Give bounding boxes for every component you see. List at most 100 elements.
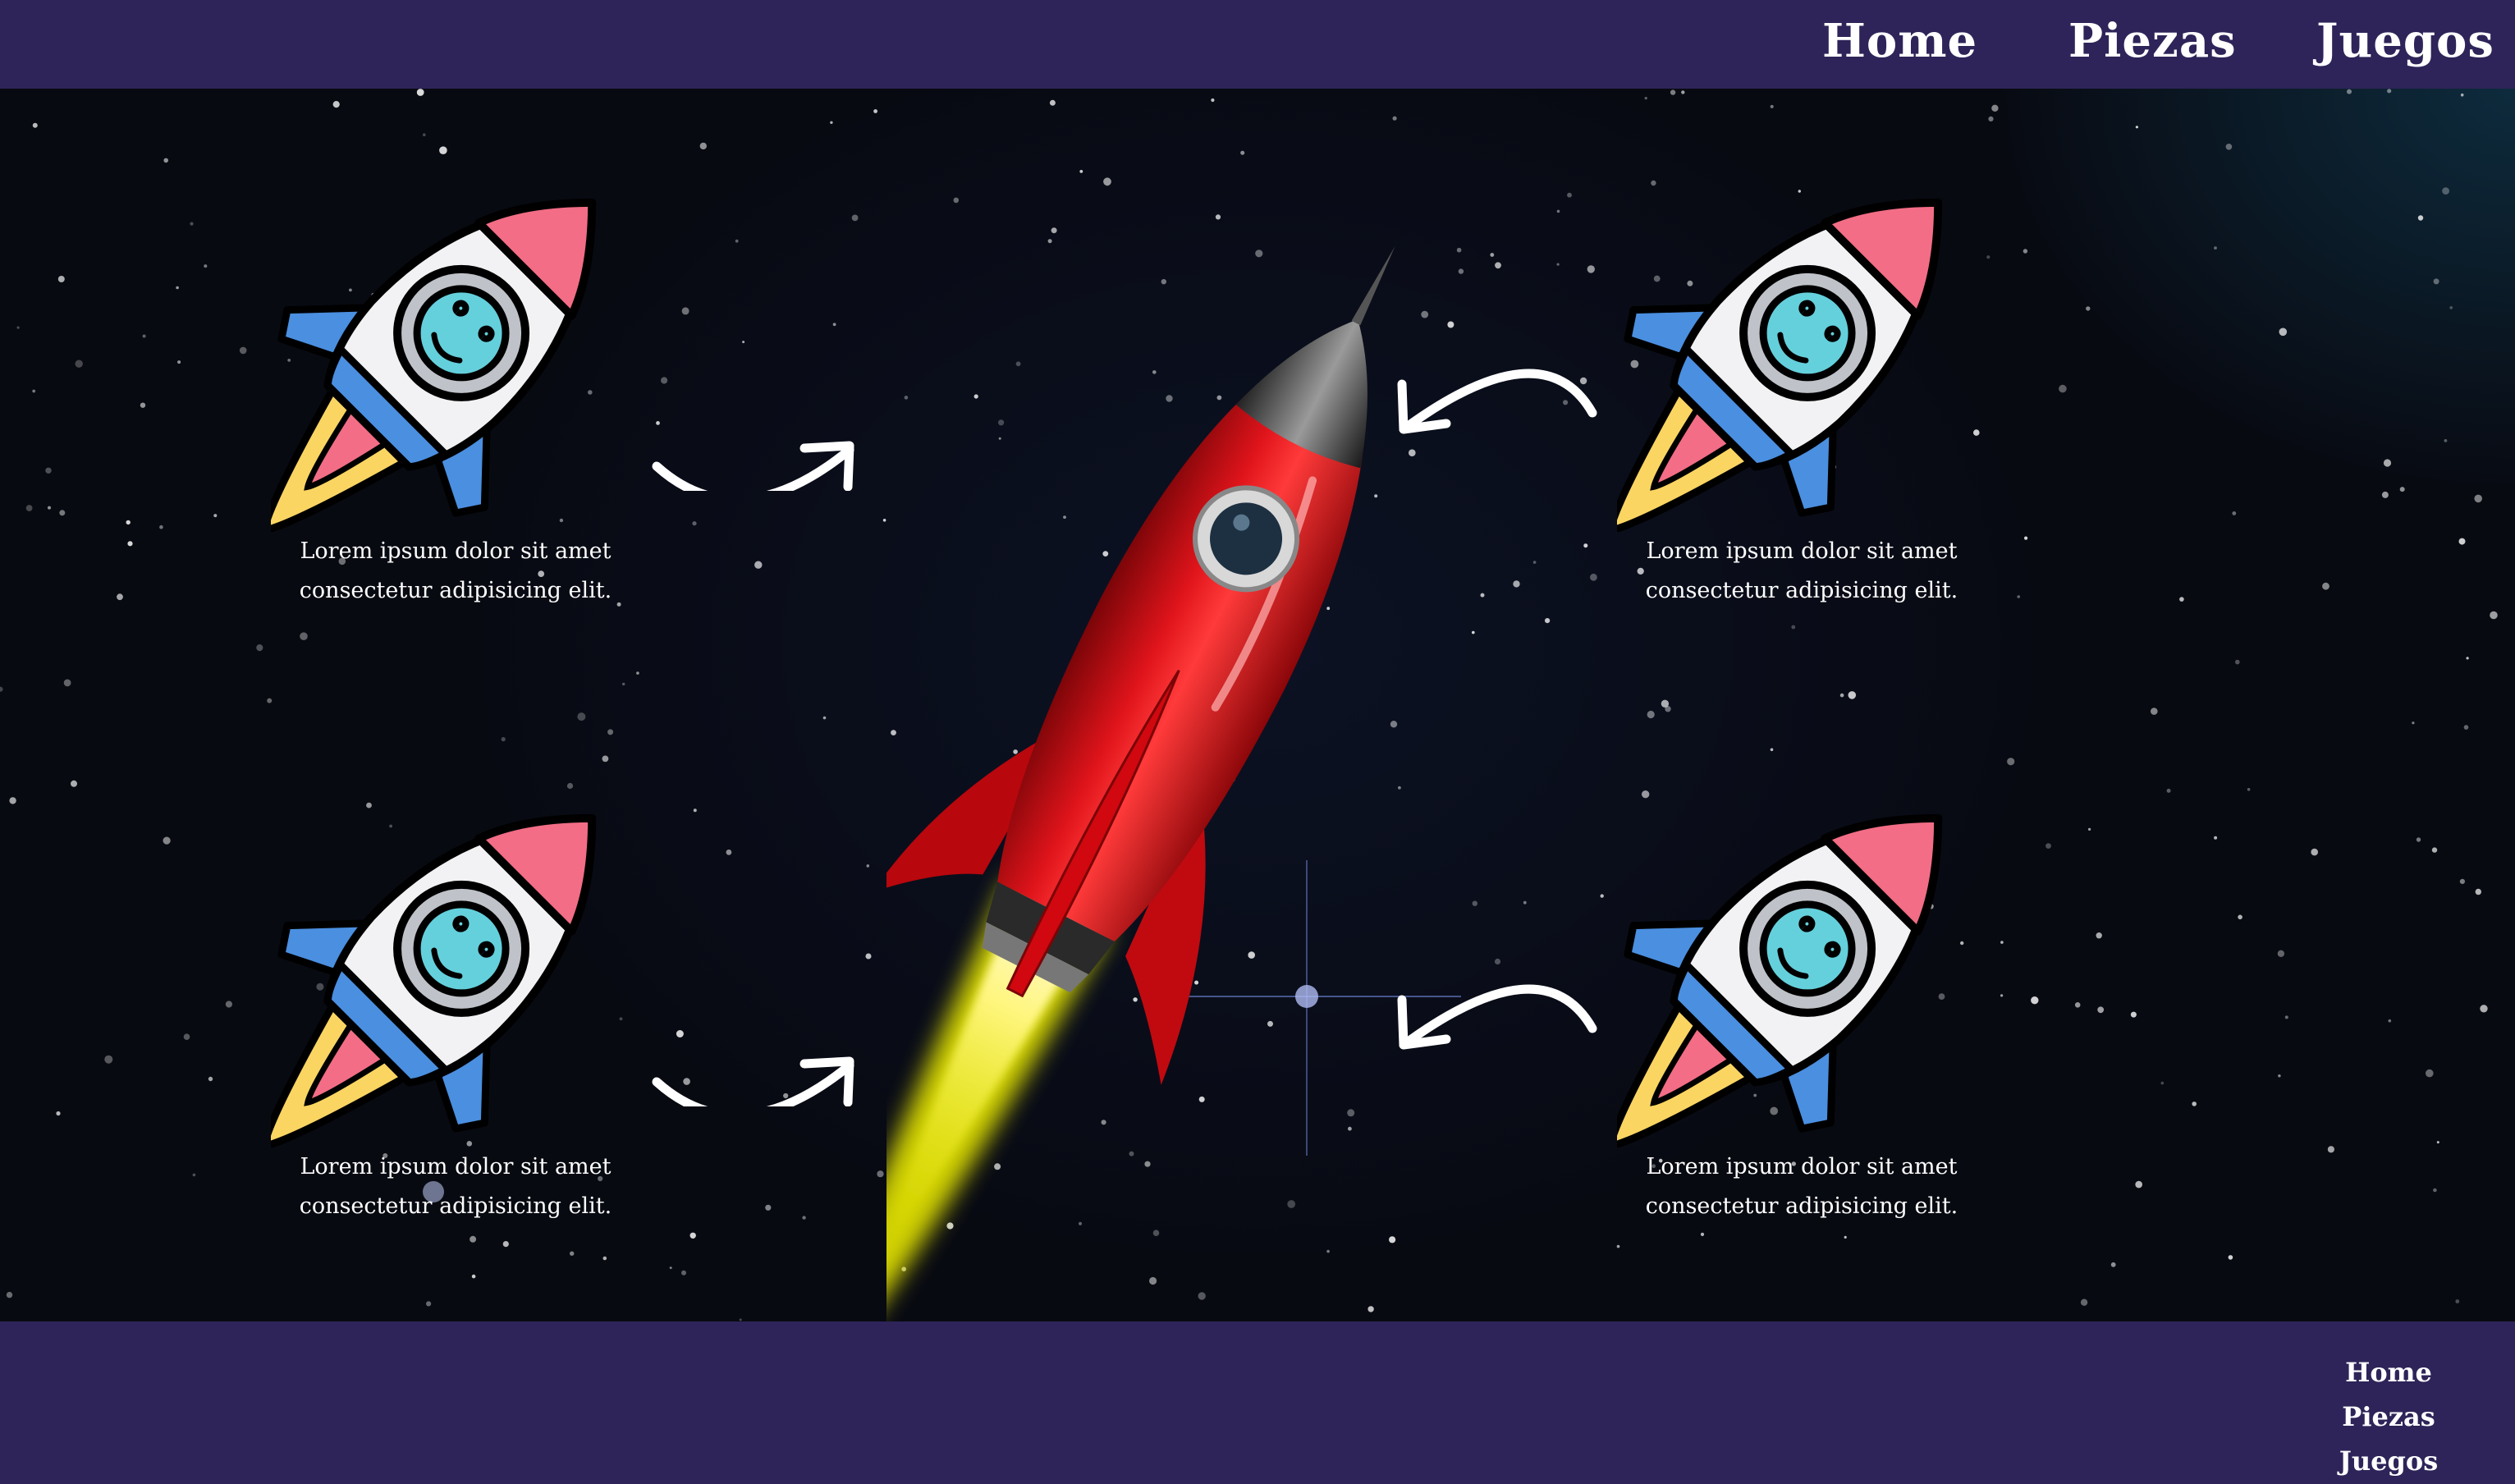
star (607, 729, 614, 735)
star (183, 1033, 190, 1040)
feature-caption-2: Lorem ipsum dolor sit amet consectetur a… (1617, 532, 1986, 611)
star (882, 519, 886, 522)
star (142, 334, 146, 338)
nav-link-juegos[interactable]: Juegos (2316, 7, 2494, 76)
star (177, 360, 181, 364)
nav-link-home[interactable]: Home (1822, 7, 1977, 76)
star (865, 953, 872, 960)
star (1567, 192, 1572, 198)
star (163, 836, 171, 845)
star (32, 389, 36, 393)
star (2179, 597, 2184, 602)
star (159, 524, 163, 529)
star (2074, 1002, 2081, 1008)
star (2459, 878, 2465, 884)
star (2474, 494, 2482, 503)
star (1447, 321, 1454, 328)
cartoon-rocket-icon (1617, 762, 1986, 1147)
star (416, 89, 424, 96)
feature-card-1: Lorem ipsum dolor sit amet consectetur a… (271, 146, 640, 639)
star (1670, 89, 1676, 95)
star (2327, 1146, 2334, 1153)
star (2088, 827, 2091, 831)
star (735, 239, 739, 243)
star (1600, 894, 1604, 898)
star (48, 506, 51, 510)
star (2135, 1180, 2142, 1189)
feature-card-2: Lorem ipsum dolor sit amet consectetur a… (1617, 146, 1986, 639)
star (2383, 459, 2392, 467)
caption-line-2: consectetur adipisicing elit. (299, 1193, 612, 1219)
curved-arrow-right-icon (652, 1056, 854, 1106)
star (1545, 618, 1551, 624)
star (2416, 837, 2421, 842)
star (2347, 89, 2352, 94)
star (1490, 253, 1495, 257)
star (1848, 691, 1857, 699)
star (830, 121, 833, 124)
star (2080, 1298, 2088, 1306)
hero-section: Lorem ipsum dolor sit amet consectetur a… (0, 89, 2515, 1321)
star (2225, 144, 2233, 150)
star (1472, 630, 1475, 634)
star (45, 467, 52, 474)
star (2412, 721, 2415, 725)
star (75, 360, 83, 368)
star (1480, 593, 1485, 598)
star (2455, 1299, 2460, 1303)
star (2232, 511, 2237, 515)
star (239, 346, 247, 355)
star (2024, 536, 2028, 540)
cartoon-rocket-icon (271, 146, 640, 532)
caption-line-2: consectetur adipisicing elit. (299, 578, 612, 603)
star (63, 679, 71, 687)
star (2387, 89, 2392, 94)
cartoon-rocket-icon (271, 762, 640, 1147)
star (204, 264, 208, 268)
star (2444, 439, 2448, 442)
footer-link-juegos[interactable]: Juegos (2307, 1445, 2471, 1477)
star (602, 1256, 607, 1261)
star (213, 514, 218, 518)
star (1583, 543, 1588, 548)
star (59, 510, 66, 516)
star (1556, 209, 1560, 213)
star (1495, 262, 1501, 269)
star (1644, 97, 1647, 100)
star (2278, 1074, 2281, 1078)
star (2096, 932, 2102, 939)
star (104, 1055, 113, 1064)
star (2135, 126, 2138, 129)
star (2110, 1262, 2116, 1267)
caption-line-1: Lorem ipsum dolor sit amet (1646, 538, 1958, 564)
star (176, 286, 179, 290)
star (25, 505, 33, 511)
footer-link-piezas[interactable]: Piezas (2307, 1400, 2471, 1433)
star (2322, 582, 2329, 590)
star (2399, 487, 2405, 492)
star (332, 101, 340, 108)
star (1458, 268, 1464, 274)
star (851, 214, 859, 222)
star (2277, 950, 2285, 958)
star (2475, 888, 2481, 895)
star (2214, 246, 2217, 250)
feature-card-4: Lorem ipsum dolor sit amet consectetur a… (1617, 762, 1986, 1254)
star (2166, 788, 2171, 793)
star (0, 686, 3, 692)
star (822, 716, 827, 720)
star (2436, 1141, 2439, 1144)
footer-link-home[interactable]: Home (2307, 1356, 2471, 1389)
star (877, 1170, 884, 1178)
star (9, 797, 16, 804)
star (669, 1266, 672, 1270)
star (2228, 1255, 2233, 1260)
star (2466, 657, 2469, 660)
top-navigation: Home Piezas Juegos (0, 0, 2515, 89)
star (2311, 848, 2318, 856)
star (1991, 104, 1999, 112)
nav-link-piezas[interactable]: Piezas (2068, 7, 2237, 76)
star (1839, 693, 1844, 698)
star (693, 808, 697, 813)
star (2235, 659, 2240, 665)
